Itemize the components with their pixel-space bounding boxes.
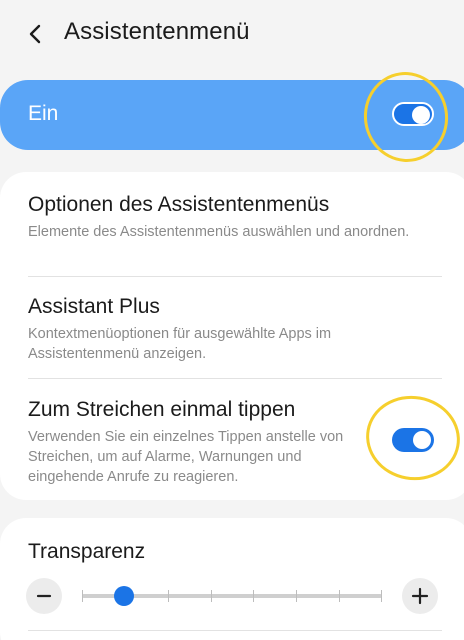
slider-tick [168,590,169,602]
divider [28,276,442,277]
transparency-card: Transparenz [0,518,464,640]
divider [28,378,442,379]
slider-thumb[interactable] [114,586,134,606]
slider-tick [296,590,297,602]
list-item-title: Assistant Plus [28,295,160,318]
toggle-knob [412,106,430,124]
single-tap-toggle[interactable] [392,428,434,452]
settings-card: Optionen des Assistentenmenüs Elemente d… [0,172,464,500]
list-item-assistant-plus[interactable]: Assistant Plus Kontextmenüoptionen für a… [28,294,444,364]
slider-tick [253,590,254,602]
list-item-options[interactable]: Optionen des Assistentenmenüs Elemente d… [28,192,444,242]
page-title: Assistentenmenü [64,18,250,45]
list-item-subtitle: Elemente des Assistentenmenüs auswählen … [28,224,410,240]
master-switch-label: Ein [28,102,59,125]
master-toggle[interactable] [392,102,434,126]
list-item-title: Zum Streichen einmal tippen [28,398,296,421]
plus-icon [411,587,429,605]
list-item-subtitle: Kontextmenüoptionen für ausgewählte Apps… [28,326,332,362]
slider-tick [82,590,83,602]
minus-icon [36,594,52,598]
back-button[interactable] [22,20,50,48]
divider [28,630,442,631]
list-item-title: Optionen des Assistentenmenüs [28,193,330,216]
slider-tick [339,590,340,602]
toggle-knob [413,431,431,449]
list-item-subtitle: Verwenden Sie ein einzelnes Tippen anste… [28,429,344,485]
master-switch-bar[interactable]: Ein [0,80,464,150]
decrease-button[interactable] [26,578,62,614]
chevron-left-icon [29,24,41,44]
list-item-single-tap[interactable]: Zum Streichen einmal tippen Verwenden Si… [28,397,368,487]
slider-tick [211,590,212,602]
increase-button[interactable] [402,578,438,614]
transparency-slider[interactable] [82,586,382,606]
transparency-title: Transparenz [28,540,146,563]
slider-tick [381,590,382,602]
app-header: Assistentenmenü [0,0,464,66]
